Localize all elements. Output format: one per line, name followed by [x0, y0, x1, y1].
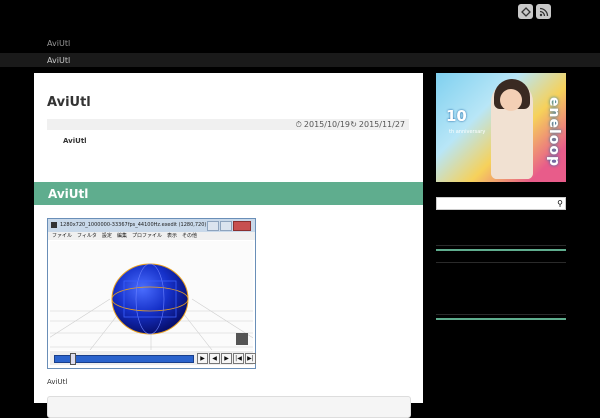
ad-brand: eneloop [546, 97, 562, 168]
app-icon [51, 222, 57, 228]
next-frame-button: ▶ [221, 353, 232, 364]
menu-edit: 編集 [116, 233, 127, 239]
search-icon[interactable]: ⚲ [557, 199, 563, 208]
site-title[interactable]: AviUtl [47, 39, 70, 48]
sidebar-divider [436, 262, 566, 263]
menu-other: その他 [181, 233, 197, 239]
go-end-button: ▶| [245, 353, 256, 364]
clock-icon: ⏱ [295, 120, 302, 129]
sidebar-ad-banner[interactable]: 10 th anniversary eneloop [436, 73, 566, 182]
window-controls [207, 221, 251, 231]
image-caption: AviUtl [47, 378, 68, 386]
app-screenshot: 1280x720_1000000-33367fps_44100Hz.exedit… [47, 218, 256, 369]
section-heading: AviUtl [48, 187, 89, 201]
feedly-icon[interactable] [518, 4, 533, 19]
sidebar-accent-line [436, 249, 566, 251]
date-updated-text: 2015/11/27 [358, 120, 405, 129]
sidebar-divider [436, 245, 566, 246]
breadcrumb-bar [0, 53, 600, 67]
main-content: AviUtl ⏱ 2015/10/19 ↻ 2015/11/27 AviUtl Av… [34, 73, 423, 418]
preview-scene [50, 241, 253, 350]
window-title-bar: 1280x720_1000000-33367fps_44100Hz.exedit… [48, 219, 255, 232]
maximize-icon [220, 221, 232, 231]
menu-filter: フィルタ [77, 233, 97, 239]
menu-settings: 設定 [101, 233, 112, 239]
ad-anniversary-sub: th anniversary [449, 129, 486, 135]
close-icon [233, 221, 251, 231]
rss-icon[interactable] [536, 4, 551, 19]
social-links [518, 4, 551, 19]
playback-buttons: ▶ ◀ ▶ |◀ ▶| [197, 353, 256, 364]
window-menu: ファイル フィルタ 設定 編集 プロファイル 表示 その他 [48, 232, 255, 240]
breadcrumb[interactable]: AviUtl [47, 56, 70, 65]
minimize-icon [207, 221, 219, 231]
menu-view: 表示 [166, 233, 177, 239]
post-meta: ⏱ 2015/10/19 ↻ 2015/11/27 [47, 119, 409, 130]
seek-handle [70, 353, 76, 365]
menu-profile: プロファイル [131, 233, 162, 239]
section-heading-bar: AviUtl [34, 182, 423, 205]
content-box [47, 396, 411, 418]
prev-frame-button: ◀ [209, 353, 220, 364]
date-posted-text: 2015/10/19 [303, 120, 350, 129]
seek-bar: ▶ ◀ ▶ |◀ ▶| [50, 351, 256, 365]
ad-anniversary: 10 [446, 107, 467, 125]
sidebar-accent-line [436, 318, 566, 320]
refresh-icon: ↻ [350, 120, 357, 129]
go-start-button: |◀ [233, 353, 244, 364]
play-button: ▶ [197, 353, 208, 364]
ad-face [500, 89, 522, 111]
toc-link[interactable]: AviUtl [63, 137, 87, 145]
menu-file: ファイル [52, 233, 73, 239]
date-posted: ⏱ 2015/10/19 [296, 120, 350, 130]
sidebar-divider [436, 314, 566, 315]
search-input[interactable]: ⚲ [436, 197, 566, 210]
date-updated: ↻ 2015/11/27 [350, 120, 405, 129]
video-preview [50, 241, 253, 350]
page-title: AviUtl [47, 95, 91, 110]
window-title: 1280x720_1000000-33367fps_44100Hz.exedit… [60, 222, 218, 228]
